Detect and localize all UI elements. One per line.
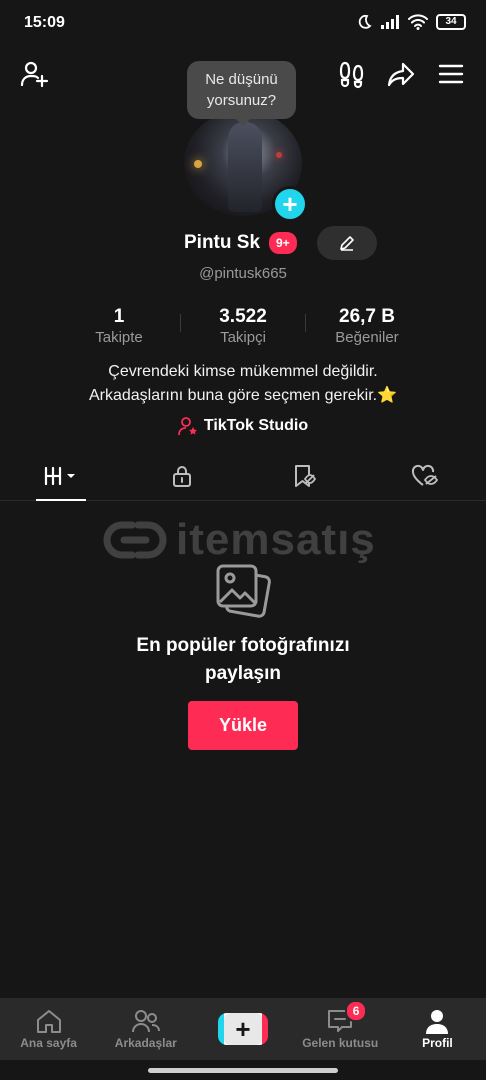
friends-icon <box>131 1010 160 1033</box>
person-star-icon <box>177 417 197 436</box>
profile-bio: Çevrendeki kimse mükemmel değildir. Arka… <box>0 360 486 408</box>
footprints-button[interactable] <box>337 59 367 89</box>
followers-count: 3.522 <box>219 306 267 327</box>
profile-name: Pintu Sk <box>184 232 261 253</box>
hamburger-menu-icon <box>438 64 464 84</box>
profile-username: @pintusk665 <box>199 265 287 282</box>
pencil-icon <box>340 236 354 251</box>
add-friend-button[interactable] <box>19 59 49 89</box>
battery-indicator: 34 <box>436 14 466 30</box>
nav-profile-label: Profil <box>422 1036 453 1050</box>
watermark-text: itemsatış <box>176 515 376 564</box>
profile-icon <box>426 1010 449 1034</box>
tooltip-line1: Ne düşünü <box>205 71 278 88</box>
bio-line1: Çevrendeki kimse mükemmel değildir. <box>108 363 378 380</box>
status-time: 15:09 <box>24 14 65 31</box>
tab-favorites[interactable] <box>243 452 365 500</box>
status-icons: 34 <box>356 14 466 30</box>
empty-title-line1: En popüler fotoğrafınızı <box>136 635 350 656</box>
bookmark-hidden-icon <box>294 465 316 487</box>
following-count: 1 <box>113 306 125 327</box>
add-story-button[interactable]: + <box>272 186 308 222</box>
bio-line2: Arkadaşlarını buna göre seçmen gerekir.⭐ <box>88 387 398 404</box>
tab-videos[interactable] <box>0 452 122 500</box>
add-person-icon <box>20 61 49 88</box>
name-badge[interactable]: 9+ <box>269 232 297 254</box>
heart-hidden-icon <box>412 464 439 486</box>
signal-icon <box>381 15 399 29</box>
likes-count: 26,7 B <box>339 306 395 327</box>
following-label: Takipte <box>95 329 143 346</box>
footprints-icon <box>339 61 364 89</box>
wifi-icon <box>408 14 428 30</box>
nav-friends[interactable]: Arkadaşlar <box>97 998 194 1060</box>
nav-home-label: Ana sayfa <box>20 1036 77 1050</box>
create-button[interactable]: + <box>218 1013 268 1045</box>
following-stat[interactable]: 1 Takipte <box>54 306 184 348</box>
followers-label: Takipçi <box>220 329 266 346</box>
nav-home[interactable]: Ana sayfa <box>0 998 97 1060</box>
nav-create[interactable]: + <box>194 998 291 1060</box>
share-arrow-icon <box>387 62 415 87</box>
watermark-logo-icon <box>103 521 167 559</box>
bottom-navigation: Ana sayfa Arkadaşlar + Gelen kutusu 6 Pr… <box>0 998 486 1060</box>
tooltip-line2: yorsunuz? <box>206 92 277 109</box>
thoughts-tooltip[interactable]: Ne düşünü yorsunuz? <box>187 61 296 126</box>
home-indicator[interactable] <box>148 1068 338 1073</box>
lock-icon <box>173 466 192 487</box>
profile-tabs <box>0 452 486 501</box>
upload-button[interactable]: Yükle <box>188 701 298 750</box>
tab-liked[interactable] <box>365 452 486 500</box>
inbox-badge: 6 <box>345 1000 368 1022</box>
empty-state-title: En popüler fotoğrafınızı paylaşın <box>0 632 486 688</box>
tiktok-studio-link[interactable]: TikTok Studio <box>0 416 486 436</box>
nav-profile[interactable]: Profil <box>389 998 486 1060</box>
edit-profile-button[interactable] <box>317 226 377 260</box>
nav-inbox-label: Gelen kutusu <box>302 1036 379 1050</box>
empty-title-line2: paylaşın <box>204 663 282 684</box>
tiktok-studio-label: TikTok Studio <box>203 417 309 434</box>
nav-inbox[interactable]: Gelen kutusu 6 <box>292 998 389 1060</box>
grid-dropdown-icon <box>44 466 75 486</box>
home-icon <box>36 1010 61 1033</box>
photos-icon <box>216 564 271 618</box>
nav-friends-label: Arkadaşlar <box>114 1036 177 1050</box>
plus-icon: + <box>224 1013 262 1045</box>
share-profile-button[interactable] <box>386 59 416 89</box>
followers-stat[interactable]: 3.522 Takipçi <box>178 306 308 348</box>
photo-placeholder <box>213 562 273 623</box>
moon-icon <box>358 14 372 29</box>
menu-button[interactable] <box>436 59 466 89</box>
likes-stat[interactable]: 26,7 B Beğeniler <box>302 306 432 348</box>
likes-label: Beğeniler <box>335 329 399 346</box>
tab-private[interactable] <box>122 452 244 500</box>
watermark: itemsatış <box>102 515 376 565</box>
